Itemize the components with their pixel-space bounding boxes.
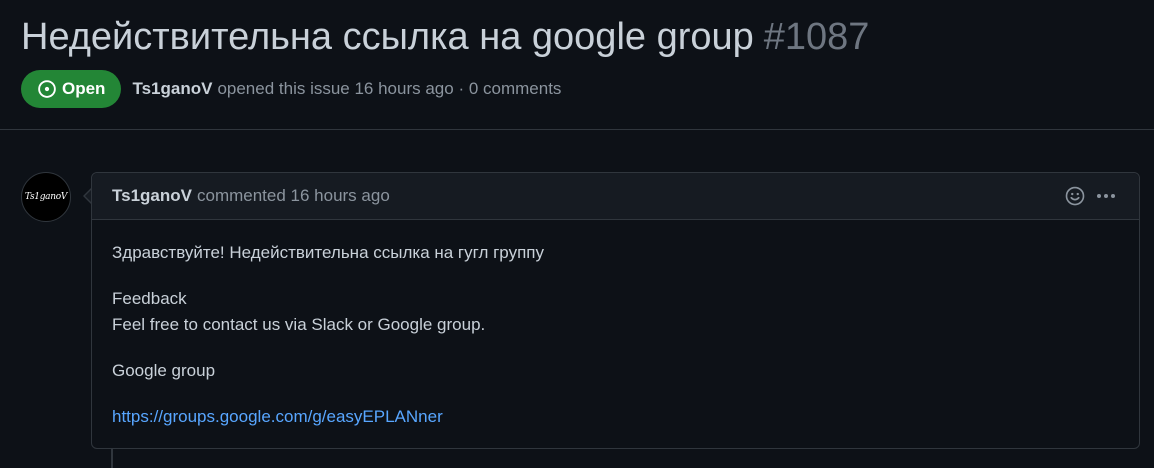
comment-header-actions: [1065, 173, 1117, 219]
status-badge: Open: [21, 70, 122, 108]
issue-title-row: Недействительна ссылка на google group #1…: [21, 14, 869, 60]
smiley-icon[interactable]: [1065, 186, 1085, 206]
issue-opened-text: opened this issue 16 hours ago · 0 comme…: [217, 79, 562, 98]
status-badge-label: Open: [62, 79, 106, 98]
comment-box: Ts1ganoV commented 16 hours ago Здравств…: [91, 172, 1140, 449]
avatar-signature: Ts1ganoV: [24, 192, 68, 202]
issue-meta: Open Ts1ganoV opened this issue 16 hours …: [21, 70, 561, 108]
issue-title: Недействительна ссылка на google group: [21, 16, 754, 58]
timeline-line: [111, 449, 113, 468]
feedback-heading: Feedback: [112, 289, 187, 308]
comment-body: Здравствуйте! Недействительна ссылка на …: [92, 220, 1139, 430]
header-divider: [0, 129, 1154, 130]
issue-meta-text: Ts1ganoV opened this issue 16 hours ago ·…: [132, 79, 561, 99]
issue-number: #1087: [763, 16, 870, 58]
comment-greeting: Здравствуйте! Недействительна ссылка на …: [112, 243, 544, 262]
google-group-label: Google group: [112, 361, 216, 380]
issue-opened-icon: [38, 80, 56, 98]
comment-header: Ts1ganoV commented 16 hours ago: [92, 173, 1139, 220]
comment-timestamp[interactable]: commented 16 hours ago: [197, 186, 390, 206]
google-group-link[interactable]: https://groups.google.com/g/easyEPLANner: [112, 407, 443, 426]
feedback-text: Feel free to contact us via Slack or Goo…: [112, 315, 486, 334]
comment-author-link[interactable]: Ts1ganoV: [112, 186, 192, 206]
kebab-horizontal-icon[interactable]: [1095, 186, 1117, 206]
issue-author-link[interactable]: Ts1ganoV: [132, 79, 212, 98]
avatar[interactable]: Ts1ganoV: [21, 172, 71, 222]
